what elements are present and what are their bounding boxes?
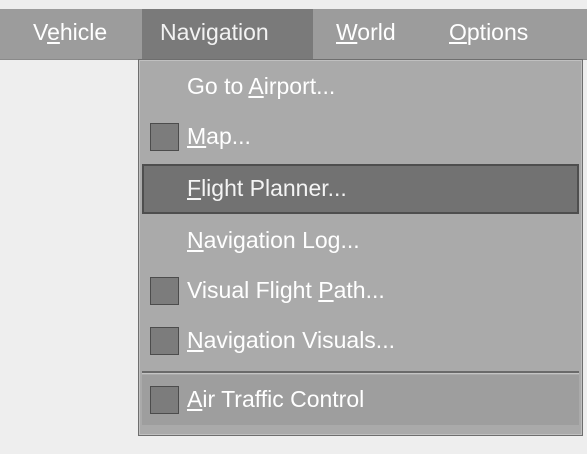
menu-item-label: Navigation Log... [187,227,360,253]
menu-item-label: Navigation Visuals... [187,327,395,353]
menu-vehicle[interactable]: Vehicle [0,9,140,59]
menu-options-label: Options [449,19,529,45]
menu-world[interactable]: World [313,9,428,59]
navigation-dropdown: Go to Airport... Map... Flight Planner..… [138,59,583,436]
menu-item-flight-planner[interactable]: Flight Planner... [142,164,579,214]
menu-item-air-traffic-control[interactable]: Air Traffic Control [142,375,579,425]
menu-vehicle-label: Vehicle [33,19,108,45]
checkbox-icon[interactable] [150,123,179,151]
menu-item-label: Map... [187,123,251,149]
menu-item-go-to-airport[interactable]: Go to Airport... [142,62,579,112]
menu-item-label: Go to Airport... [187,73,336,99]
menu-item-navigation-visuals[interactable]: Navigation Visuals... [142,316,579,366]
menu-navigation-label: Navigation [160,19,269,45]
menu-item-label: Air Traffic Control [187,386,365,412]
menu-navigation[interactable]: Navigation [142,9,313,59]
menu-bar: Vehicle Navigation World Options [0,9,587,60]
menu-separator [142,371,579,374]
checkbox-icon[interactable] [150,277,179,305]
menu-item-label: Flight Planner... [187,175,347,201]
checkbox-icon[interactable] [150,327,179,355]
menu-options[interactable]: Options [428,9,587,59]
menu-item-visual-flight-path[interactable]: Visual Flight Path... [142,266,579,316]
menu-item-map[interactable]: Map... [142,112,579,162]
menu-item-label: Visual Flight Path... [187,277,385,303]
menu-world-label: World [336,19,396,45]
menu-item-navigation-log[interactable]: Navigation Log... [142,216,579,266]
checkbox-icon[interactable] [150,386,179,414]
